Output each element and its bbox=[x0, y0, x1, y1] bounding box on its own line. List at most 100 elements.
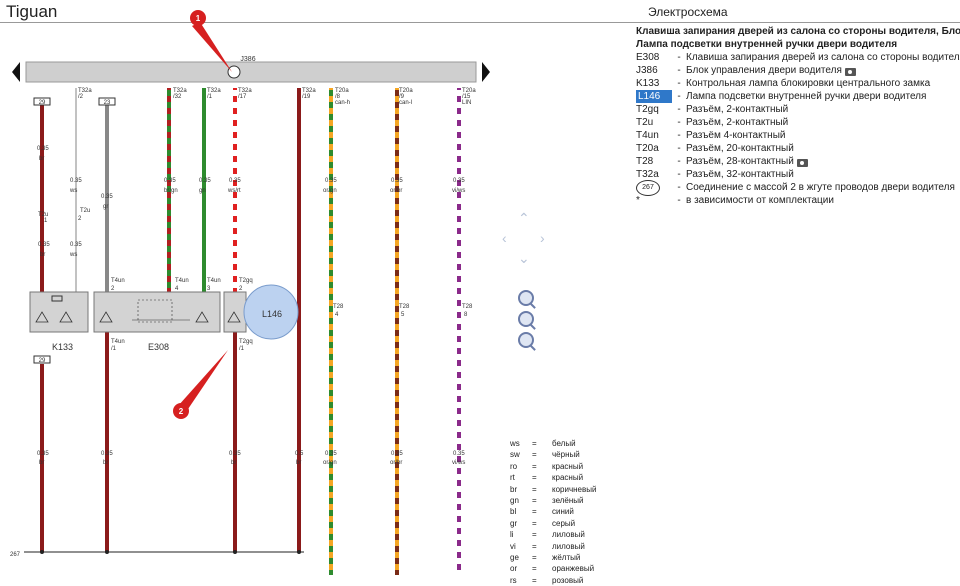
pan-right-icon[interactable]: › bbox=[540, 230, 545, 246]
legend-code[interactable]: T4un bbox=[636, 129, 672, 142]
svg-text:vi/ws: vi/ws bbox=[452, 188, 465, 194]
svg-text:5: 5 bbox=[401, 312, 405, 318]
svg-text:or/gn: or/gn bbox=[323, 188, 337, 194]
legend-item-t2u[interactable]: T2u - Разъём, 2-контактный bbox=[636, 116, 960, 129]
zoom-icon[interactable] bbox=[518, 290, 534, 306]
color-code-row: or = оранжевый bbox=[510, 564, 595, 574]
camera-icon[interactable] bbox=[796, 158, 808, 167]
zoom-out-icon[interactable] bbox=[518, 332, 534, 348]
svg-text:T4un: T4un bbox=[111, 339, 125, 345]
svg-text:0.35: 0.35 bbox=[325, 178, 337, 184]
svg-text:0.5: 0.5 bbox=[295, 451, 304, 457]
svg-text:/17: /17 bbox=[238, 94, 247, 100]
svg-text:0.35: 0.35 bbox=[37, 451, 49, 457]
legend-item-t32a[interactable]: T32a - Разъём, 32-контактный bbox=[636, 168, 960, 181]
zoom-in-icon[interactable] bbox=[518, 311, 534, 327]
camera-icon[interactable] bbox=[844, 67, 856, 76]
svg-text:0.35: 0.35 bbox=[453, 451, 465, 457]
color-code-table: ws = белый sw = чёрный ro = красный rt = красный br =… bbox=[510, 438, 596, 586]
svg-text:gr: gr bbox=[103, 204, 108, 210]
legend-text: Разъём, 20-контактный bbox=[686, 143, 794, 154]
svg-text:br: br bbox=[103, 460, 108, 466]
l146-label: L146 bbox=[262, 309, 282, 319]
legend-item-k133[interactable]: K133- Контрольная лампа блокировки центра… bbox=[636, 77, 960, 90]
legend-text: Блок управления двери водителя bbox=[686, 65, 842, 76]
legend-note: * - в зависимости от комплектации bbox=[636, 195, 834, 206]
scroll-right-arrow-icon[interactable] bbox=[482, 62, 490, 82]
k133-label: K133 bbox=[52, 342, 73, 352]
svg-text:2: 2 bbox=[78, 216, 82, 222]
legend-item-t2gq[interactable]: T2gq - Разъём, 2-контактный bbox=[636, 103, 960, 116]
svg-text:3: 3 bbox=[207, 286, 211, 292]
legend-ground: 267 - Соединение с массой 2 в жгуте пров… bbox=[636, 179, 960, 196]
component-blocks: L146 K133 E308 bbox=[29, 284, 299, 352]
legend-item-t20a[interactable]: T20a - Разъём, 20-контактный bbox=[636, 142, 960, 155]
pan-up-icon[interactable]: ⌃ bbox=[518, 210, 530, 227]
svg-text:gn: gn bbox=[199, 188, 206, 194]
svg-text:br: br bbox=[39, 156, 44, 162]
legend-text: Контрольная лампа блокировки центральног… bbox=[686, 78, 931, 89]
wire-k133-bottom bbox=[40, 364, 44, 552]
svg-text:can-l: can-l bbox=[399, 100, 412, 106]
legend-code[interactable]: T32a bbox=[636, 168, 672, 181]
svg-text:T28: T28 bbox=[399, 304, 410, 310]
svg-text:br: br bbox=[39, 460, 44, 466]
svg-text:0.35: 0.35 bbox=[453, 178, 465, 184]
legend-code[interactable]: T2u bbox=[636, 116, 672, 129]
svg-text:/1: /1 bbox=[111, 346, 117, 352]
svg-text:/1: /1 bbox=[207, 94, 213, 100]
svg-text:0.35: 0.35 bbox=[70, 242, 82, 248]
svg-text:vi/ws: vi/ws bbox=[452, 460, 465, 466]
legend-code[interactable]: T20a bbox=[636, 142, 672, 155]
k133-block bbox=[29, 291, 89, 333]
legend-text: Разъём, 28-контактный bbox=[686, 156, 794, 167]
legend-code[interactable]: T2gq bbox=[636, 103, 672, 116]
svg-text:br: br bbox=[296, 460, 301, 466]
legend-item-t28[interactable]: T28- Разъём, 28-контактный bbox=[636, 155, 960, 168]
svg-text:2: 2 bbox=[179, 407, 184, 416]
svg-text:or/gn: or/gn bbox=[323, 460, 337, 466]
pan-down-icon[interactable]: ⌄ bbox=[518, 250, 530, 267]
wire-k133-br bbox=[40, 104, 44, 292]
terminal-29-top: 29 bbox=[39, 100, 46, 106]
legend-code[interactable]: L146 bbox=[636, 90, 672, 103]
legend-item-j386[interactable]: J386- Блок управления двери водителя bbox=[636, 64, 960, 77]
legend-code[interactable]: K133 bbox=[636, 77, 672, 90]
color-code-row: ws = белый bbox=[510, 439, 576, 448]
legend-item-t4un[interactable]: T4un - Разъём 4-контактный bbox=[636, 129, 960, 142]
legend-text: Разъём 4-контактный bbox=[686, 130, 786, 141]
wire-e308-bottom bbox=[105, 332, 109, 552]
ground-symbol-icon bbox=[227, 65, 241, 79]
color-code-row: ge = жёлтый bbox=[510, 553, 581, 563]
color-code-row: gn = зелёный bbox=[510, 496, 584, 506]
svg-text:T4un: T4un bbox=[175, 278, 189, 284]
color-code-row: br = коричневый bbox=[510, 484, 597, 494]
l146-block bbox=[223, 291, 247, 333]
svg-text:T28: T28 bbox=[462, 304, 473, 310]
pan-left-icon[interactable]: ‹ bbox=[502, 230, 507, 246]
svg-text:1: 1 bbox=[44, 218, 48, 224]
wire-can-l bbox=[395, 88, 399, 575]
scroll-left-arrow-icon[interactable] bbox=[12, 62, 20, 82]
svg-text:T4un: T4un bbox=[111, 278, 125, 284]
legend-code[interactable]: E308 bbox=[636, 51, 672, 64]
svg-text:0.35: 0.35 bbox=[164, 178, 176, 184]
j386-label: J386 bbox=[240, 56, 255, 63]
svg-text:br/gn: br/gn bbox=[164, 188, 178, 194]
legend-item-e308[interactable]: E308- Клавиша запирания дверей из салона … bbox=[636, 51, 960, 64]
svg-text:T2u: T2u bbox=[80, 208, 90, 214]
color-code-row: bl = синий bbox=[510, 507, 574, 517]
svg-text:T2gq: T2gq bbox=[239, 339, 253, 345]
terminal-23: 23 bbox=[104, 100, 111, 106]
legend-code[interactable]: T28 bbox=[636, 155, 672, 168]
legend-text: Разъём, 2-контактный bbox=[686, 117, 789, 128]
legend-item-l146[interactable]: L146- Лампа подсветки внутренней ручки дв… bbox=[636, 90, 960, 103]
svg-text:/32: /32 bbox=[173, 94, 182, 100]
svg-text:T2gq: T2gq bbox=[239, 278, 253, 284]
legend-text: Разъём, 2-контактный bbox=[686, 104, 789, 115]
wire-lin bbox=[457, 88, 461, 575]
svg-text:LIN: LIN bbox=[462, 100, 471, 106]
svg-text:ws/rt: ws/rt bbox=[227, 188, 241, 194]
legend-code[interactable]: J386 bbox=[636, 64, 672, 77]
svg-text:8: 8 bbox=[464, 312, 468, 318]
